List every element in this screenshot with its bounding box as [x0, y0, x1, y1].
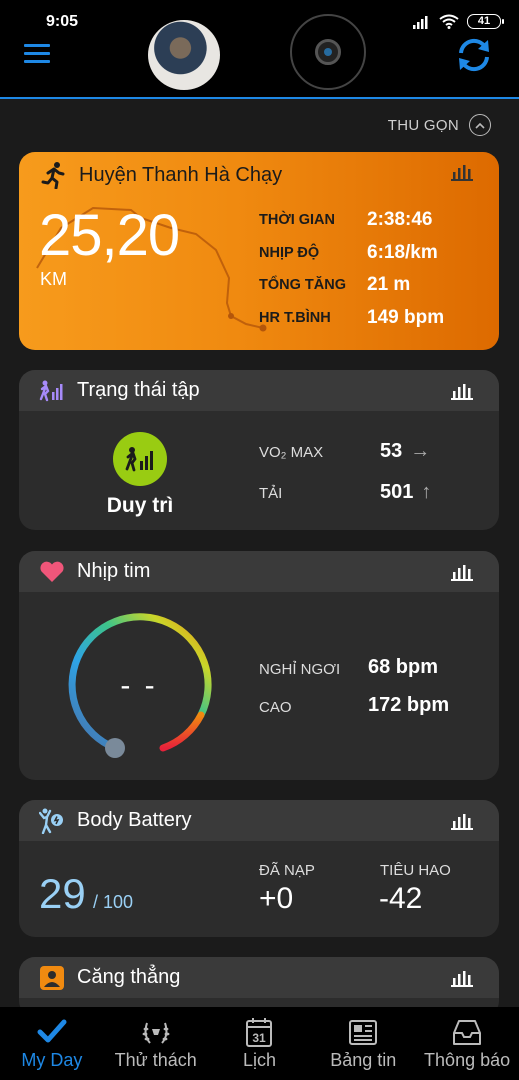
- training-status-icon: [39, 380, 63, 401]
- card-title: Body Battery: [77, 809, 192, 831]
- activity-stats: THỜI GIAN 2:38:46 NHỊP ĐỘ 6:18/km TỔNG T…: [259, 204, 444, 334]
- card-title: Nhịp tim: [77, 560, 151, 582]
- activity-title: Huyện Thanh Hà Chạy: [79, 164, 283, 186]
- load-label: TẢI: [259, 485, 283, 502]
- card-title: Trạng thái tập: [77, 379, 200, 401]
- stat-row: HR T.BÌNH 149 bpm: [259, 302, 444, 335]
- stress-icon: [40, 965, 64, 990]
- stat-row: THỜI GIAN 2:38:46: [259, 204, 444, 237]
- load-value: 501: [380, 481, 414, 503]
- chevron-up-icon: [469, 114, 491, 136]
- card-title: Căng thẳng: [77, 966, 181, 988]
- training-status-card[interactable]: Trạng thái tập Duy trì VO₂ MAX 53 → TẢI …: [19, 370, 499, 530]
- stat-value: 2:38:46: [367, 209, 433, 231]
- laurel-icon: [142, 1022, 170, 1044]
- calendar-day: 31: [253, 1031, 267, 1045]
- high-value: 172 bpm: [368, 694, 450, 716]
- status-bar: 9:05 41: [0, 0, 519, 36]
- card-header: Body Battery: [19, 800, 499, 841]
- drained-value: -42: [379, 882, 423, 915]
- nav-label: Bảng tin: [330, 1050, 397, 1070]
- card-header: Nhịp tim: [19, 551, 499, 592]
- stat-value: 6:18/km: [367, 241, 438, 263]
- vo2-value-row: 53 →: [380, 440, 430, 463]
- nav-label: Lịch: [242, 1050, 276, 1070]
- training-status-value: Duy trì: [106, 494, 174, 517]
- battery-icon: 41: [467, 14, 504, 29]
- stat-label: NHỊP ĐỘ: [259, 244, 320, 261]
- stat-label: HR T.BÌNH: [259, 309, 331, 326]
- collapse-label: THU GỌN: [387, 116, 459, 134]
- menu-icon: [24, 44, 50, 47]
- nav-notifications[interactable]: Thông báo: [415, 1007, 519, 1080]
- running-icon: [41, 162, 65, 189]
- nav-newsfeed[interactable]: Bảng tin: [311, 1007, 415, 1080]
- nav-challenges[interactable]: Thử thách: [104, 1007, 208, 1080]
- status-badge: [113, 432, 167, 486]
- nav-label: Thử thách: [114, 1050, 197, 1070]
- runner-bars-icon: [125, 447, 153, 472]
- vo2-value: 53: [380, 440, 403, 462]
- status-time: 9:05: [46, 13, 79, 30]
- avatar[interactable]: [148, 20, 220, 90]
- stat-label: THỜI GIAN: [259, 212, 336, 229]
- arrow-up-icon: ↑: [421, 481, 432, 503]
- card-header: Trạng thái tập: [19, 370, 499, 411]
- heart-icon: [40, 561, 64, 582]
- load-value-row: 501 ↑: [380, 481, 431, 504]
- chart-icon[interactable]: [451, 969, 473, 987]
- card-header: Căng thẳng: [19, 957, 499, 998]
- resting-label: NGHỈ NGƠI: [259, 661, 341, 678]
- resting-value: 68 bpm: [368, 656, 439, 678]
- stat-label: TỔNG TĂNG: [259, 277, 346, 294]
- device-button[interactable]: [290, 14, 366, 90]
- chart-icon[interactable]: [451, 163, 473, 181]
- body-battery-card[interactable]: Body Battery 29 / 100 ĐÃ NẠP +0 TIÊU HAO…: [19, 800, 499, 937]
- chart-icon[interactable]: [451, 382, 473, 400]
- calendar-icon: 31: [246, 1018, 273, 1047]
- sync-icon[interactable]: [455, 37, 493, 73]
- activity-card[interactable]: Huyện Thanh Hà Chạy 25,20 KM THỜI GIAN 2…: [19, 152, 499, 350]
- charged-label: ĐÃ NẠP: [259, 862, 315, 879]
- arrow-right-icon: →: [410, 440, 431, 462]
- chart-icon[interactable]: [451, 812, 473, 830]
- check-icon: [37, 1019, 67, 1043]
- stat-value: 21 m: [367, 274, 411, 296]
- current-heart-rate: - -: [120, 669, 158, 702]
- body-battery-value: 29: [39, 870, 86, 917]
- nav-label: My Day: [21, 1050, 83, 1070]
- newsfeed-icon: [349, 1020, 378, 1045]
- nav-label: Thông báo: [424, 1050, 511, 1070]
- body-battery-total: / 100: [93, 892, 134, 912]
- nav-my-day[interactable]: My Day: [0, 1007, 104, 1080]
- distance-unit: KM: [40, 269, 67, 289]
- high-label: CAO: [259, 699, 292, 716]
- stat-row: NHỊP ĐỘ 6:18/km: [259, 237, 444, 270]
- chart-icon[interactable]: [451, 563, 473, 581]
- status-icons: 41: [413, 14, 504, 29]
- bottom-nav: My Day Thử thách 31 Lịch Bảng tin Thông …: [0, 1007, 519, 1080]
- watch-icon: [315, 39, 341, 65]
- collapse-button[interactable]: THU GỌN: [388, 114, 491, 136]
- signal-icon: [413, 15, 428, 29]
- body-battery-icon: [39, 808, 63, 834]
- wifi-icon: [439, 14, 459, 29]
- stat-value: 149 bpm: [367, 306, 445, 328]
- charged-value: +0: [259, 882, 294, 915]
- vo2-label: VO₂ MAX: [259, 444, 324, 461]
- top-bar: [0, 14, 519, 99]
- drained-label: TIÊU HAO: [380, 862, 451, 879]
- inbox-icon: [453, 1020, 482, 1045]
- stat-row: TỔNG TĂNG 21 m: [259, 269, 444, 302]
- nav-calendar[interactable]: 31 Lịch: [208, 1007, 312, 1080]
- distance-value: 25,20: [39, 203, 180, 268]
- heart-rate-card[interactable]: Nhịp tim - - NGHỈ NGƠI 68 bpm CAO 172 bp…: [19, 551, 499, 780]
- menu-button[interactable]: [24, 44, 50, 66]
